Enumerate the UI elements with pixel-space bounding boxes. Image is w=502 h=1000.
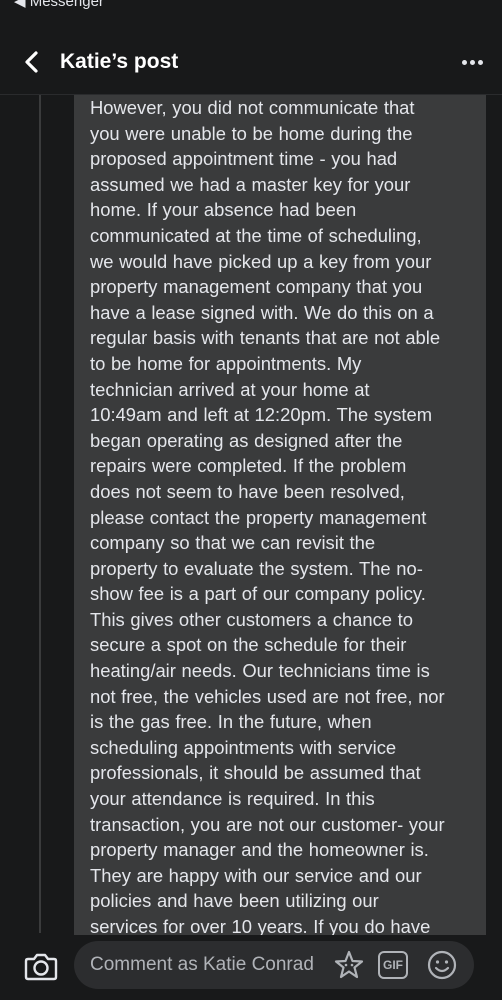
comment-line: However, you did not communicate that bbox=[90, 97, 415, 118]
comment-line: They are happy with our service and our bbox=[90, 864, 422, 886]
chevron-left-icon[interactable] bbox=[18, 48, 46, 76]
comment-line: technician arrived at your home at bbox=[90, 378, 370, 400]
more-options-icon[interactable] bbox=[458, 52, 486, 72]
comment-line: scheduling appointments with service bbox=[90, 736, 397, 758]
comment-line: your attendance is required. In this bbox=[90, 788, 375, 810]
comment-line: proposed appointment time - you had bbox=[90, 148, 398, 170]
comment-line: transaction, you are not our customer- y… bbox=[90, 813, 445, 835]
comment-line: services for over 10 years. If you do ha… bbox=[90, 916, 431, 935]
status-bar: ◀ Messenger bbox=[0, 0, 502, 14]
comment-line: This gives other customers a chance to bbox=[90, 608, 413, 630]
thread-line bbox=[39, 95, 41, 933]
comment-line: we would have picked up a key from your bbox=[90, 250, 432, 272]
comment-bubble: However, you did not communicate that yo… bbox=[74, 95, 486, 935]
camera-icon[interactable] bbox=[22, 947, 60, 985]
comment-text: However, you did not communicate that yo… bbox=[74, 95, 486, 935]
avatar-sticker-icon[interactable] bbox=[332, 949, 366, 983]
comment-line: property manager and the homeowner is. bbox=[90, 839, 429, 861]
comment-line: began operating as designed after the bbox=[90, 429, 403, 451]
comment-line: assumed we had a master key for your bbox=[90, 173, 411, 195]
comment-line: regular basis with tenants that are not … bbox=[90, 327, 441, 349]
emoji-icon[interactable] bbox=[426, 949, 458, 981]
comment-line: have a lease signed with. We do this on … bbox=[90, 301, 434, 323]
comment-line: secure a spot on the schedule for their bbox=[90, 634, 407, 656]
comment-line: please contact the property management bbox=[90, 506, 427, 528]
comment-placeholder: Comment as Katie Conrad bbox=[90, 954, 314, 975]
comment-line: 10:49am and left at 12:20pm. The system bbox=[90, 404, 433, 426]
comment-input[interactable]: Comment as Katie Conrad GIF bbox=[74, 941, 474, 989]
comment-line: property to evaluate the system. The no- bbox=[90, 557, 423, 579]
back-to-app-link[interactable]: ◀ Messenger bbox=[14, 0, 104, 10]
comment-line: professionals, it should be assumed that bbox=[90, 762, 421, 784]
comment-line: not free, the vehicles used are not free… bbox=[90, 685, 445, 707]
header: Katie’s post bbox=[0, 34, 502, 90]
comment-line: communicated at the time of scheduling, bbox=[90, 224, 422, 246]
comment-line: does not seem to have been resolved, bbox=[90, 480, 405, 502]
comment-line: repairs were completed. If the problem bbox=[90, 455, 407, 477]
comment-line: heating/air needs. Our technicians time … bbox=[90, 660, 430, 682]
gif-icon[interactable]: GIF bbox=[378, 951, 408, 979]
comment-line: to be home for appointments. My bbox=[90, 352, 362, 374]
comment-line: show fee is a part of our company policy… bbox=[90, 583, 426, 605]
comment-line: home. If your absence had been bbox=[90, 199, 357, 221]
page-title: Katie’s post bbox=[60, 50, 179, 73]
comment-line: you were unable to be home during the bbox=[90, 122, 413, 144]
comment-line: property management company that you bbox=[90, 276, 423, 298]
comment-composer: Comment as Katie Conrad GIF bbox=[0, 935, 502, 1000]
comment-line: policies and have been utilizing our bbox=[90, 890, 379, 912]
comment-line: company so that we can revisit the bbox=[90, 532, 376, 554]
comment-line: is the gas free. In the future, when bbox=[90, 711, 372, 733]
